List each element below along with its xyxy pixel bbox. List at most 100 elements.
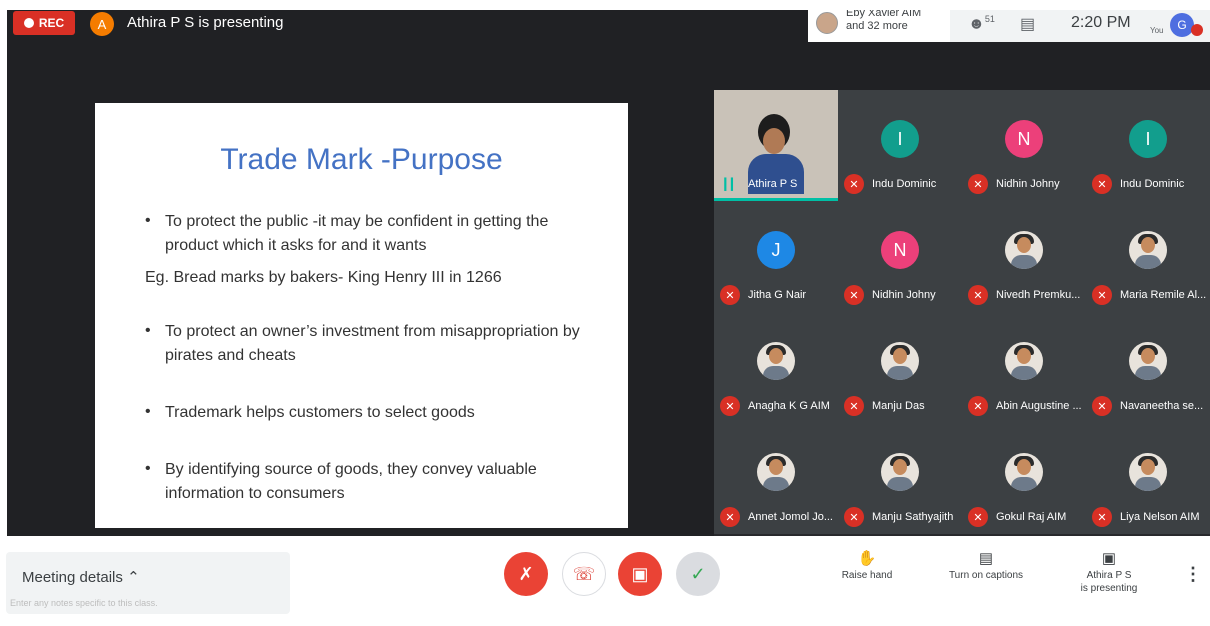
- attendance-check-button[interactable]: ✓: [676, 552, 720, 596]
- captions-button[interactable]: ▤ Turn on captions: [940, 550, 1032, 582]
- participant-name: Nidhin Johny: [872, 289, 936, 301]
- participant-photo-avatar: [757, 342, 795, 380]
- slide-bullet-2: To protect an owner’s investment from mi…: [165, 323, 580, 364]
- mic-off-icon: ✕: [1092, 285, 1112, 305]
- hand-icon: ✋: [857, 550, 877, 567]
- participant-grid: ┃┃ Athira P S I ✕ Indu Dominic N ✕ Nidhin Johny…: [714, 90, 1210, 536]
- participant-name: Maria Remile Al...: [1120, 289, 1207, 301]
- participant-tile[interactable]: ✕ Maria Remile Al...: [1086, 201, 1210, 312]
- participant-photo-avatar: [881, 342, 919, 380]
- mic-off-icon: ✕: [968, 507, 988, 527]
- camera-off-button[interactable]: ▣: [618, 552, 662, 596]
- mic-off-icon: ✕: [968, 285, 988, 305]
- recording-badge: REC: [13, 11, 75, 35]
- mic-off-icon: ✕: [844, 396, 864, 416]
- slide-bullet-4: By identifying source of goods, they con…: [165, 461, 537, 502]
- slide-title: Trade Mark -Purpose: [220, 143, 503, 176]
- people-button[interactable]: ☻51: [968, 14, 995, 33]
- presenting-line-1: Athira P S: [1086, 570, 1132, 581]
- participant-photo-avatar: [1129, 231, 1167, 269]
- meeting-details-button[interactable]: Meeting details ⌃: [22, 568, 140, 586]
- more-options-icon[interactable]: ⋮: [1184, 564, 1202, 585]
- bullet-icon: •: [145, 322, 151, 339]
- participant-photo-avatar: [1129, 342, 1167, 380]
- slide-example: Eg. Bread marks by bakers- King Henry II…: [145, 269, 502, 286]
- captions-icon: ▤: [978, 550, 994, 567]
- participant-tile[interactable]: I ✕ Indu Dominic: [838, 90, 962, 201]
- participant-avatar: [816, 12, 838, 34]
- presenting-status: Athira P S is presenting: [127, 14, 284, 31]
- participant-initial-avatar: N: [881, 231, 919, 269]
- mic-off-icon: ✕: [1092, 174, 1112, 194]
- participant-tile[interactable]: ✕ Annet Jomol Jo...: [714, 423, 838, 534]
- participants-line-1: Eby Xavier AIM: [846, 10, 922, 19]
- participant-name: Indu Dominic: [1120, 178, 1185, 190]
- participant-initial-avatar: J: [757, 231, 795, 269]
- participant-name: Abin Augustine ...: [996, 400, 1082, 412]
- participant-tile[interactable]: N ✕ Nidhin Johny: [838, 201, 962, 312]
- participant-initial-avatar: I: [881, 120, 919, 158]
- raise-hand-button[interactable]: ✋ Raise hand: [838, 550, 896, 582]
- presentation-slide: Trade Mark -Purpose • To protect the pub…: [95, 103, 628, 528]
- participant-tile[interactable]: I ✕ Indu Dominic: [1086, 90, 1210, 201]
- participant-name: Manju Das: [872, 400, 925, 412]
- participant-name: Gokul Raj AIM: [996, 511, 1067, 523]
- participant-name: Manju Sathyajith: [872, 511, 954, 523]
- bottom-bar: Meeting details ⌃ Enter any notes specif…: [0, 540, 1210, 626]
- participant-tile[interactable]: ✕ Abin Augustine ...: [962, 312, 1086, 423]
- chat-icon[interactable]: ▤: [1020, 14, 1035, 34]
- presentation-button[interactable]: ▣ Athira P S is presenting: [1066, 550, 1152, 595]
- raise-hand-label: Raise hand: [841, 570, 893, 581]
- participants-summary[interactable]: Eby Xavier AIM and 32 more: [846, 10, 921, 33]
- account-avatar[interactable]: G: [1170, 13, 1194, 37]
- speaking-icon: ┃┃: [722, 179, 736, 191]
- participant-tile[interactable]: ✕ Nivedh Premku...: [962, 201, 1086, 312]
- leave-call-button[interactable]: ☏: [562, 552, 606, 596]
- participant-tile[interactable]: ┃┃ Athira P S: [714, 90, 838, 201]
- participant-tile[interactable]: ✕ Liya Nelson AIM: [1086, 423, 1210, 534]
- participant-tile[interactable]: ✕ Manju Das: [838, 312, 962, 423]
- bullet-icon: •: [145, 212, 151, 229]
- participant-name: Anagha K G AIM: [748, 400, 830, 412]
- slide-bullet-3: Trademark helps customers to select good…: [165, 404, 475, 421]
- mic-off-icon: ✕: [844, 285, 864, 305]
- presenter-avatar: A: [90, 12, 114, 36]
- participant-photo-avatar: [1005, 342, 1043, 380]
- record-dot-icon: [23, 18, 34, 28]
- participant-name: Athira P S: [748, 178, 798, 190]
- participant-name: Navaneetha se...: [1120, 400, 1204, 412]
- bullet-icon: •: [145, 460, 151, 477]
- participant-tile[interactable]: J ✕ Jitha G Nair: [714, 201, 838, 312]
- participant-tile[interactable]: N ✕ Nidhin Johny: [962, 90, 1086, 201]
- participants-line-2: and 32 more: [846, 20, 908, 32]
- mic-off-icon: ✕: [720, 507, 740, 527]
- mic-off-icon: ✕: [968, 396, 988, 416]
- notes-hint: Enter any notes specific to this class.: [10, 598, 158, 608]
- participant-name: Liya Nelson AIM: [1120, 511, 1200, 523]
- slide-bullet-1: To protect the public -it may be confide…: [165, 213, 549, 254]
- people-count: 51: [984, 14, 995, 24]
- phone-hangup-icon: ☏: [572, 563, 596, 584]
- participant-tile[interactable]: ✕ Navaneetha se...: [1086, 312, 1210, 423]
- you-label: You: [1150, 26, 1164, 35]
- participant-initial-avatar: I: [1129, 120, 1167, 158]
- participant-tile[interactable]: ✕ Manju Sathyajith: [838, 423, 962, 534]
- participant-tile[interactable]: ✕ Anagha K G AIM: [714, 312, 838, 423]
- camera-off-icon: ▣: [631, 563, 649, 584]
- mic-off-icon: ✕: [720, 285, 740, 305]
- participant-tile[interactable]: ✕ Gokul Raj AIM: [962, 423, 1086, 534]
- bullet-icon: •: [145, 403, 151, 420]
- mic-off-icon: ✕: [720, 396, 740, 416]
- mic-off-icon: ✕: [968, 174, 988, 194]
- presenting-line-2: is presenting: [1080, 583, 1138, 594]
- meet-window: REC A Athira P S is presenting Eby Xavie…: [7, 10, 1210, 536]
- checkmark-icon: ✓: [690, 563, 706, 584]
- captions-label: Turn on captions: [948, 570, 1024, 581]
- mic-off-icon: ✕: [1092, 396, 1112, 416]
- mic-off-button[interactable]: ✗: [504, 552, 548, 596]
- present-icon: ▣: [1101, 550, 1117, 567]
- people-icon: ☻: [968, 15, 985, 33]
- participant-photo-avatar: [1005, 231, 1043, 269]
- participant-photo-avatar: [1005, 453, 1043, 491]
- participant-name: Nidhin Johny: [996, 178, 1060, 190]
